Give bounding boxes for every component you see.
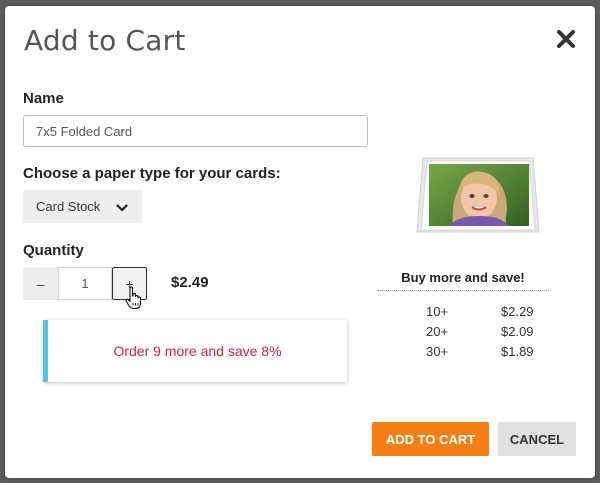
tier-quantity: 10+ <box>426 304 449 319</box>
close-icon[interactable] <box>555 28 577 50</box>
quantity-decrement-button[interactable]: – <box>23 267 58 300</box>
card-preview-image <box>413 152 541 241</box>
dialog-title: Add to Cart <box>24 24 186 57</box>
tier-price: $2.29 <box>501 304 534 319</box>
unit-price: $2.49 <box>171 274 209 291</box>
paper-type-select[interactable]: Card Stock <box>23 190 142 223</box>
paper-type-label: Choose a paper type for your cards: <box>23 165 281 182</box>
tier-quantity: 20+ <box>426 324 449 339</box>
cancel-button[interactable]: CANCEL <box>498 422 576 456</box>
name-label: Name <box>23 90 64 107</box>
bulk-discount-title: Buy more and save! <box>401 270 525 285</box>
paper-type-value: Card Stock <box>36 199 101 214</box>
quantity-input[interactable] <box>58 267 112 300</box>
divider <box>377 290 549 291</box>
add-to-cart-dialog: Add to Cart Name Choose a paper type for… <box>5 6 595 478</box>
tier-price: $2.09 <box>501 324 534 339</box>
chevron-down-icon <box>116 201 128 216</box>
add-to-cart-button[interactable]: ADD TO CART <box>372 422 489 456</box>
tier-quantity: 30+ <box>426 344 449 359</box>
quantity-label: Quantity <box>23 242 84 259</box>
tier-price: $1.89 <box>501 344 534 359</box>
name-field[interactable] <box>23 115 368 147</box>
hand-pointer-icon <box>125 286 143 315</box>
savings-promo-banner: Order 9 more and save 8% <box>43 320 347 382</box>
